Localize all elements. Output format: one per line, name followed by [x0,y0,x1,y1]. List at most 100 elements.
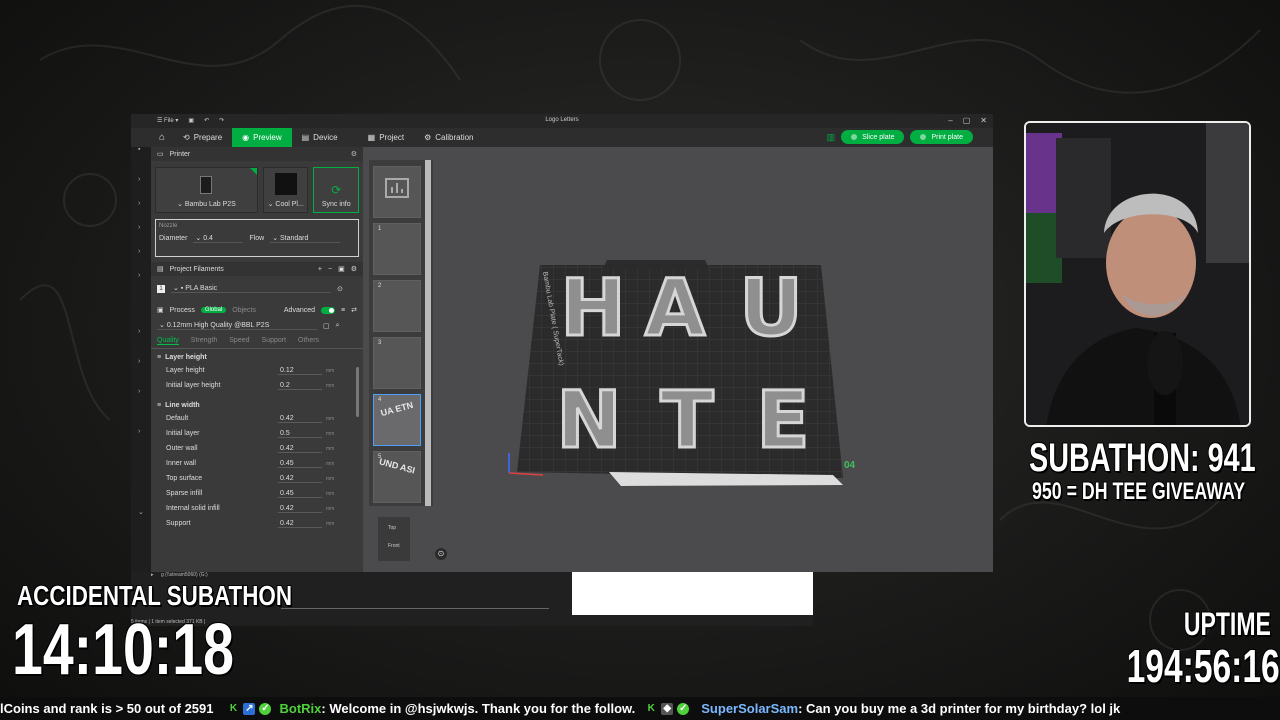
param-input[interactable]: 0.42 [278,505,322,513]
view-cube[interactable]: Top Front [378,517,410,561]
param-unit: mm [326,367,335,374]
diameter-select[interactable]: ⌄ 0.4 [193,234,244,243]
filament-icon: ▤ [157,266,164,273]
uptime-timer: 194:56:16 [1126,640,1280,692]
ticker-username: BotRix [279,701,322,716]
layers-icon[interactable]: ▥ [827,130,836,144]
process-icon: ▣ [157,307,164,314]
tab-quality[interactable]: Quality [157,337,179,345]
param-input[interactable]: 0.42 [278,520,322,528]
advanced-toggle[interactable] [321,306,336,314]
panel-scrollbar[interactable] [356,367,359,417]
tab-label: Project [379,133,405,142]
search-icon[interactable]: ⌕ [336,322,340,330]
param-input[interactable]: 0.2 [278,382,322,390]
plate-thumb-4[interactable]: 4 UA ETN [373,394,421,446]
param-input[interactable]: 0.45 [278,490,322,498]
tab-calibration[interactable]: ⚙ Calibration [414,128,483,147]
badge-icon: ✓ [259,702,272,715]
model-letter: U [739,264,802,354]
flow-value: Standard [280,235,309,242]
plate-thumb-5[interactable]: 5 UND ASI [373,451,421,503]
edit-icon[interactable]: ▣ [338,265,345,273]
chevron-right-icon[interactable]: › [138,200,140,207]
gear-icon[interactable]: ⚙ [351,265,357,273]
chevron-right-icon[interactable]: › [138,176,140,183]
plate-thumb-3[interactable]: 3 [373,337,421,389]
home-icon[interactable]: ⌂ [151,132,173,143]
list-icon[interactable]: ≡ [341,307,345,314]
tab-strength[interactable]: Strength [191,337,217,345]
chevron-right-icon[interactable]: › [138,328,140,335]
title-bar: ☰ File ▾ ▣ ↶ ↷ Logo Letters – ▢ ✕ [131,114,993,128]
filament-selector[interactable]: ⌄ Cool Pl... [262,167,309,213]
badge-icon: ✓ [677,702,690,715]
chevron-down-icon[interactable]: ⌄ [138,508,144,516]
plate-list-scrollbar[interactable] [425,160,431,506]
tab-project[interactable]: ▦ Project [358,128,414,147]
chevron-right-icon[interactable]: › [138,224,140,231]
model-letter: T [660,376,713,466]
printer-selector[interactable]: ⌄ Bambu Lab P2S [155,167,258,213]
flow-select[interactable]: ⌄ Standard [270,234,341,243]
settings-circle-icon[interactable]: ⊙ [337,285,343,293]
param-row: Layer height 0.12 mm [151,363,363,378]
chevron-right-icon[interactable]: › [138,248,140,255]
group-line-width: ≡ Line width [151,393,363,411]
chevron-right-icon[interactable]: › [138,428,140,435]
sync-info-button[interactable]: ⟳ Sync info [313,167,359,213]
slice-plate-button[interactable]: Slice plate [841,130,905,144]
folder-icon[interactable]: ▪ [138,146,140,153]
compare-icon[interactable]: ⇄ [351,306,357,314]
button-label: Print plate [931,133,963,141]
tab-support[interactable]: Support [262,337,287,345]
param-row: Support 0.42 mm [151,516,363,531]
chevron-right-icon[interactable]: › [138,388,140,395]
param-input[interactable]: 0.5 [278,430,322,438]
param-row: Sparse infill 0.45 mm [151,486,363,501]
tab-speed[interactable]: Speed [229,337,249,345]
save-preset-icon[interactable]: ▢ [323,322,330,330]
3d-viewport[interactable]: Bambu Lab Plate ( SuperTack) 04 H A U N … [378,147,993,572]
gear-icon[interactable]: ⚙ [351,150,357,158]
model-letter: H [560,264,625,354]
plate-thumb-2[interactable]: 2 [373,280,421,332]
explorer-path[interactable]: g (\\stream5060) (G:) [161,572,208,578]
camera-icon[interactable]: ⊙ [435,548,447,560]
flow-label: Flow [249,235,265,242]
global-toggle[interactable]: Global [200,307,227,313]
ticker-message: : Can you buy me a 3d printer for my bir… [798,701,1121,716]
minimize-icon[interactable]: – [948,116,952,125]
add-icon[interactable]: + [318,266,322,273]
objects-toggle[interactable]: Objects [232,307,256,314]
preview-icon: ◉ [242,133,250,142]
param-input[interactable]: 0.12 [278,367,322,375]
filament-type: PLA Basic [185,285,218,292]
tab-device[interactable]: ▤ Device [292,128,348,147]
filament-name: Cool Pl... [275,201,304,208]
filament-item[interactable]: 1 ⌄ ▪ PLA Basic ⊙ [151,280,363,297]
filament-type-select[interactable]: ⌄ ▪ PLA Basic [171,284,331,293]
plate-thumb-1[interactable]: 1 [373,223,421,275]
tab-prepare[interactable]: ⟲ Prepare [173,128,232,147]
param-input[interactable]: 0.42 [278,445,322,453]
chevron-right-icon[interactable]: › [138,358,140,365]
param-input[interactable]: 0.42 [278,415,322,423]
print-plate-button[interactable]: Print plate [910,130,973,144]
tab-preview[interactable]: ◉ Preview [232,128,292,147]
plate-overview[interactable] [373,166,421,218]
tab-others[interactable]: Others [298,337,319,345]
remove-icon[interactable]: − [328,266,332,273]
tab-label: Calibration [435,133,474,142]
advanced-label: Advanced [283,306,316,314]
maximize-icon[interactable]: ▢ [963,116,971,125]
param-name: Initial layer [166,430,200,437]
plate-number: 2 [378,283,382,289]
param-input[interactable]: 0.45 [278,460,322,468]
view-cube-top: Top [388,525,397,531]
chevron-right-icon[interactable]: › [138,272,140,279]
close-icon[interactable]: ✕ [980,116,987,125]
preset-select[interactable]: ⌄ 0.12mm High Quality @BBL P2S [157,321,317,330]
printer-title: Printer [169,150,191,158]
param-input[interactable]: 0.42 [278,475,322,483]
